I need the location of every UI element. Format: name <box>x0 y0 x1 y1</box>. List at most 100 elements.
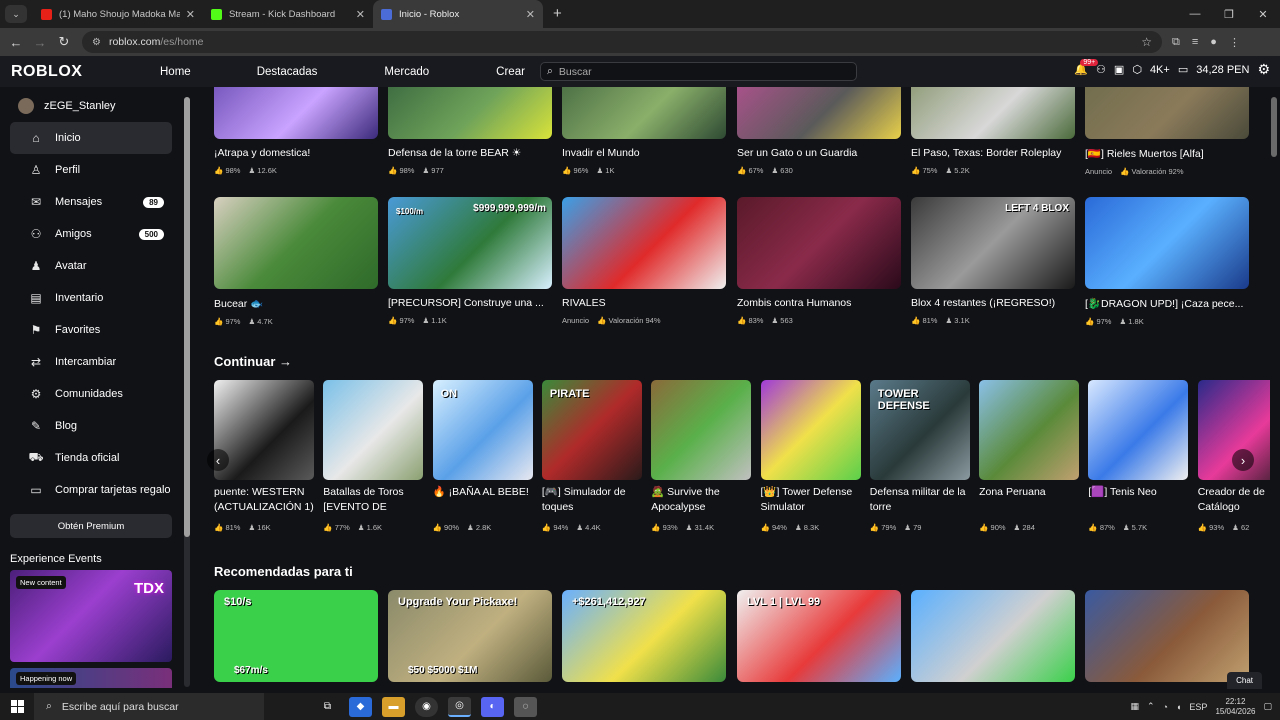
game-title[interactable]: ¡Atrapa y domestica! <box>214 147 378 159</box>
game-title[interactable]: puente: WESTERN (ACTUALIZACIÓN 1) <box>214 485 314 515</box>
chat-header-icon[interactable]: ▣ <box>1114 63 1124 76</box>
media-icon[interactable]: ≡ <box>1192 36 1198 49</box>
task-view-icon[interactable]: ⧉ <box>316 697 339 717</box>
close-window-icon[interactable]: ✕ <box>1246 0 1280 28</box>
settings-gear-icon[interactable]: ⚙ <box>1257 61 1270 78</box>
game-thumbnail[interactable] <box>388 87 552 139</box>
game-title[interactable]: 🔥 ¡BAÑA AL BEBE! <box>433 485 533 515</box>
game-card[interactable]: Defensa de la torre BEAR ☀ 👍 98% ♟ 977 <box>388 87 552 175</box>
game-title[interactable]: Defensa militar de la torre <box>870 485 970 515</box>
extensions-icon[interactable]: ⧉ <box>1172 36 1180 49</box>
robux-icon[interactable]: ⬡ <box>1132 63 1142 76</box>
chrome-icon[interactable]: ◎ <box>448 696 471 717</box>
game-title[interactable]: [PRECURSOR] Construye una ... <box>388 297 552 309</box>
recommended-card[interactable]: Upgrade Your Pickaxe! $50 $5000 $1M <box>388 590 552 682</box>
url-field[interactable]: ⚙ roblox.com/es/home ☆ <box>82 31 1162 53</box>
game-thumbnail[interactable] <box>911 590 1075 682</box>
game-thumbnail[interactable] <box>214 197 378 289</box>
game-title[interactable]: [🐉DRAGON UPD!] ¡Caza pece... <box>1085 297 1249 310</box>
notifications-button[interactable]: 🔔 99+ <box>1074 59 1099 76</box>
game-thumbnail[interactable] <box>562 87 726 139</box>
continue-card[interactable]: [👑] Tower Defense Simulator 👍 94% ♟ 8.3K <box>760 380 861 532</box>
continue-card[interactable]: TOWER DEFENSE Defensa militar de la torre… <box>869 380 970 532</box>
game-thumbnail[interactable] <box>1085 590 1249 682</box>
game-thumbnail[interactable] <box>911 87 1075 139</box>
discord-icon[interactable]: ◐ <box>481 696 504 717</box>
maximize-icon[interactable]: ❐ <box>1212 0 1246 28</box>
game-thumbnail[interactable] <box>1085 87 1249 139</box>
recommended-card[interactable] <box>911 590 1075 682</box>
tray-volume-icon[interactable]: ◖ <box>1176 702 1181 712</box>
new-tab-button[interactable]: + <box>543 5 572 28</box>
close-tab-icon[interactable]: ✕ <box>356 8 365 21</box>
nav-marketplace[interactable]: Mercado <box>384 66 429 78</box>
game-title[interactable]: Bucear 🐟 <box>214 297 378 310</box>
game-title[interactable]: 🧟 Survive the Apocalypse <box>651 485 751 515</box>
windows-start-icon[interactable] <box>0 700 34 713</box>
tray-lang[interactable]: ESP <box>1189 702 1207 712</box>
sidebar-item-profile[interactable]: ♙ Perfil <box>10 154 172 186</box>
game-title[interactable]: Defensa de la torre BEAR ☀ <box>388 147 552 159</box>
app-icon[interactable]: ◌ <box>514 696 537 717</box>
page-scrollbar-thumb[interactable] <box>1271 97 1277 157</box>
game-thumbnail[interactable]: LVL 1 | LVL 99 <box>737 590 901 682</box>
game-title[interactable]: Ser un Gato o un Guardia <box>737 147 901 159</box>
sidebar-item-trade[interactable]: ⇄ Intercambiar <box>10 346 172 378</box>
game-title[interactable]: Blox 4 restantes (¡REGRESO!) <box>911 297 1075 309</box>
game-title[interactable]: El Paso, Texas: Border Roleplay <box>911 147 1075 159</box>
continue-card[interactable]: [🟪] Tenis Neo 👍 87% ♟ 5.7K <box>1088 380 1189 532</box>
game-thumbnail[interactable] <box>1085 197 1249 289</box>
game-thumbnail[interactable]: Upgrade Your Pickaxe! $50 $5000 $1M <box>388 590 552 682</box>
game-thumbnail[interactable] <box>323 380 424 480</box>
browser-tab-roblox[interactable]: Inicio - Roblox ✕ <box>373 0 543 28</box>
game-thumbnail[interactable] <box>979 380 1080 480</box>
carousel-prev-button[interactable]: ‹ <box>207 449 229 471</box>
game-card[interactable]: Zombis contra Humanos 👍 83% ♟ 563 <box>737 197 901 325</box>
reload-icon[interactable]: ↻ <box>52 34 76 50</box>
game-thumbnail[interactable]: ON <box>432 380 533 480</box>
continue-card[interactable]: puente: WESTERN (ACTUALIZACIÓN 1) 👍 81% ♟ … <box>214 380 314 532</box>
game-thumbnail[interactable]: PIRATE <box>541 380 642 480</box>
copilot-icon[interactable]: ◆ <box>349 696 372 717</box>
chat-button[interactable]: Chat <box>1227 672 1262 689</box>
game-thumbnail[interactable]: +$261,412,927 <box>562 590 726 682</box>
game-thumbnail[interactable] <box>737 197 901 289</box>
search-input[interactable]: ⌕ Buscar <box>540 62 857 81</box>
sidebar-item-messages[interactable]: ✉ Mensajes 89 <box>10 186 172 218</box>
nav-featured[interactable]: Destacadas <box>257 66 318 78</box>
continue-card[interactable]: Batallas de Toros [EVENTO DE 👍 77% ♟ 1.6K <box>323 380 424 532</box>
forward-icon[interactable]: → <box>28 35 52 50</box>
browser-tab-youtube[interactable]: (1) Maho Shoujo Madoka Magi ✕ <box>33 0 203 28</box>
nav-create[interactable]: Crear <box>496 66 525 78</box>
continue-card[interactable]: PIRATE [🎮] Simulador de toques 👍 94% ♟ 4.4K <box>541 380 642 532</box>
recommended-card[interactable]: +$261,412,927 <box>562 590 726 682</box>
game-card[interactable]: $999,999,999/m $100/m [PRECURSOR] Construy… <box>388 197 552 325</box>
recommended-card[interactable]: LVL 1 | LVL 99 <box>737 590 901 682</box>
sidebar-item-shop[interactable]: ⛟ Tienda oficial <box>10 442 172 474</box>
game-thumbnail[interactable] <box>562 197 726 289</box>
game-card[interactable]: LEFT 4 BLOX Blox 4 restantes (¡REGRESO!) 👍… <box>911 197 1075 325</box>
taskbar-search-input[interactable]: ⌕ Escribe aquí para buscar <box>34 693 264 720</box>
menu-icon[interactable]: ⋮ <box>1229 36 1240 49</box>
game-card[interactable]: Invadir el Mundo 👍 96% ♟ 1K <box>562 87 726 175</box>
recommended-card[interactable] <box>1085 590 1249 682</box>
game-title[interactable]: Zona Peruana <box>979 485 1079 515</box>
recommended-card[interactable]: $10/s $67m/s <box>214 590 378 682</box>
game-thumbnail[interactable] <box>214 380 314 480</box>
game-card[interactable]: Bucear 🐟 👍 97% ♟ 4.7K <box>214 197 378 326</box>
sidebar-item-blog[interactable]: ✎ Blog <box>10 410 172 442</box>
game-thumbnail[interactable]: $999,999,999/m $100/m <box>388 197 552 289</box>
file-explorer-icon[interactable]: ▬ <box>382 696 405 717</box>
game-thumbnail[interactable]: TOWER DEFENSE <box>869 380 970 480</box>
notification-center-icon[interactable]: ▢ <box>1263 701 1272 712</box>
obs-icon[interactable]: ◉ <box>415 696 438 717</box>
browser-tab-kick[interactable]: Stream - Kick Dashboard ✕ <box>203 0 373 28</box>
event-banner-2[interactable]: Happening now <box>10 668 172 688</box>
sidebar-item-friends[interactable]: ⚇ Amigos 500 <box>10 218 172 250</box>
continue-card[interactable]: 🧟 Survive the Apocalypse 👍 93% ♟ 31.4K <box>651 380 752 532</box>
sidebar-item-communities[interactable]: ⚙ Comunidades <box>10 378 172 410</box>
game-thumbnail[interactable] <box>214 87 378 139</box>
clock[interactable]: 22:12 15/04/2026 <box>1215 697 1255 717</box>
continue-card[interactable]: Zona Peruana 👍 90% ♟ 284 <box>979 380 1080 532</box>
game-card[interactable]: [🐉DRAGON UPD!] ¡Caza pece... 👍 97% ♟ 1.8K <box>1085 197 1249 326</box>
